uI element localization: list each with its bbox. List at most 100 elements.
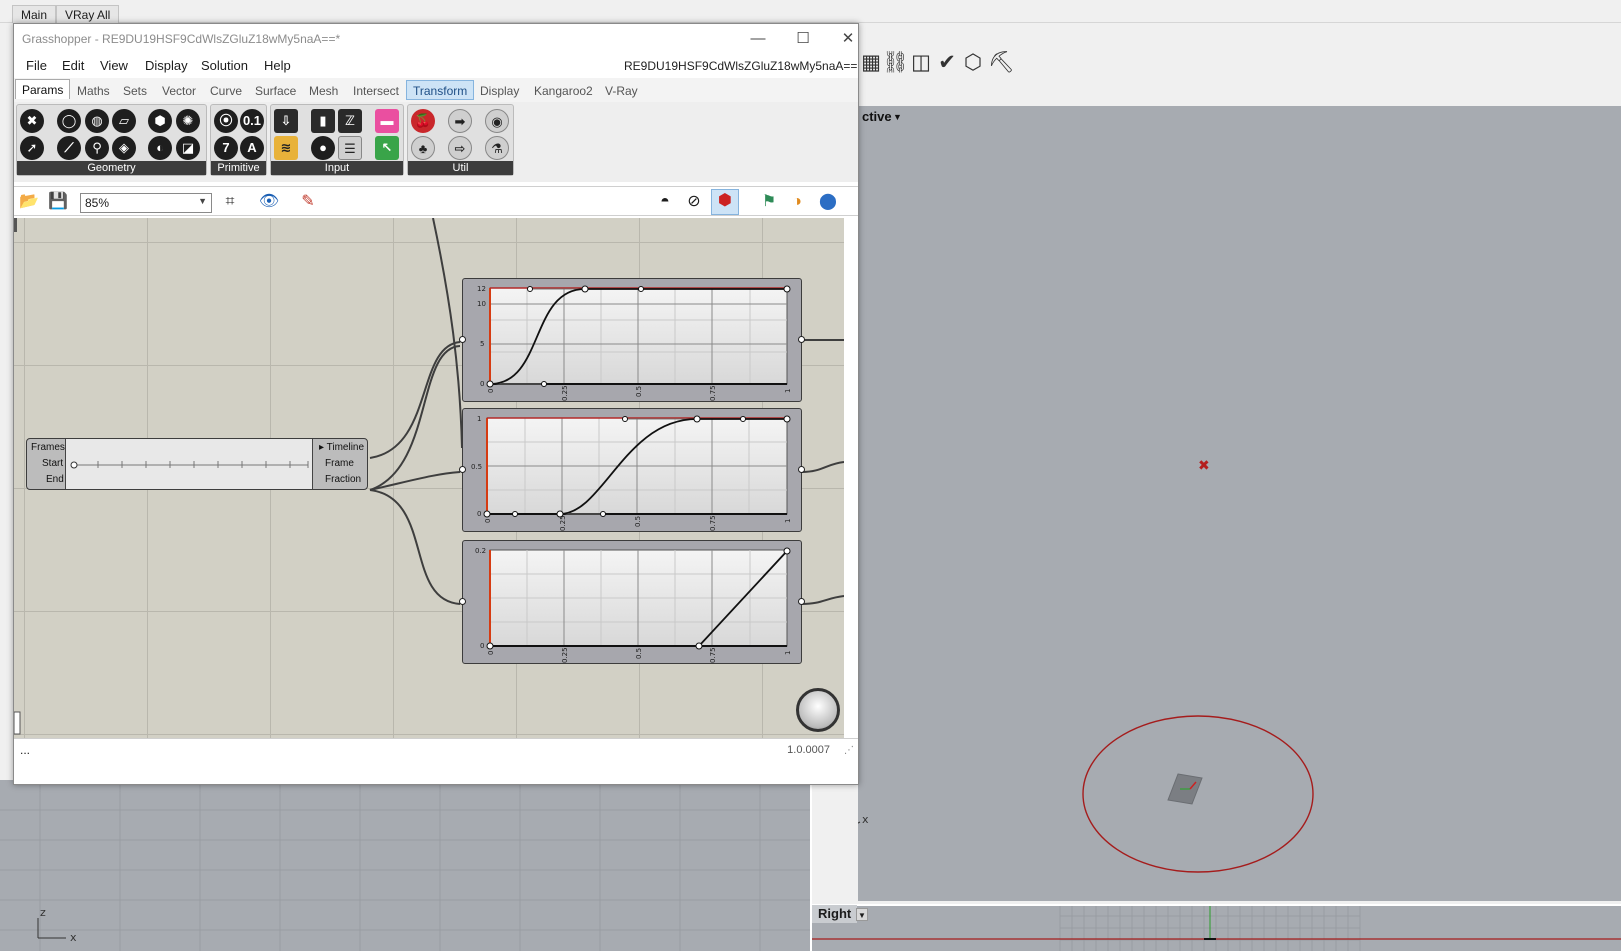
output-port-timeline[interactable]: ▸ Timeline xyxy=(319,442,364,453)
close-button[interactable]: ✕ xyxy=(831,28,865,50)
preview-wire-icon[interactable]: ⊘ xyxy=(683,191,705,213)
menu-view[interactable]: View xyxy=(100,58,128,73)
util-relay-icon[interactable]: ⇨ xyxy=(448,136,472,160)
viewport-dropdown-icon[interactable]: ▼ xyxy=(893,110,903,124)
util-cherry-icon[interactable]: 🍒 xyxy=(411,109,435,133)
save-icon[interactable]: 💾 xyxy=(47,191,69,213)
util-cluster-icon[interactable]: ◉ xyxy=(485,109,509,133)
preview-off-icon[interactable]: ◓ xyxy=(654,191,676,213)
perspective-viewport-label[interactable]: ctive xyxy=(858,108,896,126)
origin-marker-icon: ✖ xyxy=(1198,458,1210,474)
tab-transform[interactable]: Transform xyxy=(406,80,475,100)
output-port-fraction[interactable]: Fraction xyxy=(325,474,361,485)
timeline-slider[interactable] xyxy=(65,439,313,489)
preview-shaded-icon[interactable]: ⬢ xyxy=(711,189,739,215)
mesh-quality-icon[interactable]: ⬤ xyxy=(817,191,839,213)
tab-display[interactable]: Display xyxy=(474,81,525,101)
menu-edit[interactable]: Edit xyxy=(62,58,84,73)
grid-icon[interactable]: ▦ xyxy=(858,50,884,76)
input-port-start[interactable]: Start xyxy=(42,458,63,469)
tab-sets[interactable]: Sets xyxy=(117,81,153,101)
zoom-select[interactable]: 85% ▼ xyxy=(80,193,212,213)
param-box-icon[interactable]: ⬢ xyxy=(148,109,172,133)
param-field-icon[interactable]: ⚲ xyxy=(85,136,109,160)
output-port-frame[interactable]: Frame xyxy=(325,458,354,469)
graph-output-port[interactable] xyxy=(798,466,805,473)
param-geometry-icon[interactable]: ◪ xyxy=(176,136,200,160)
paint-icon[interactable]: ⛏ xyxy=(988,50,1015,76)
graph-mapper-bezier[interactable]: 12 10 5 0 0 0.25 0.5 0.75 1 xyxy=(459,278,805,402)
zoom-extents-icon[interactable]: ⌗ xyxy=(219,191,241,213)
menu-solution[interactable]: Solution xyxy=(201,58,248,73)
minimize-button[interactable]: — xyxy=(741,28,775,50)
param-mesh-icon[interactable]: ✺ xyxy=(176,109,200,133)
tab-kangaroo2[interactable]: Kangaroo2 xyxy=(528,81,599,101)
input-gradient-icon[interactable]: ▬ xyxy=(375,109,399,133)
param-curve-icon[interactable]: ◍ xyxy=(85,109,109,133)
check-icon[interactable]: ✔ xyxy=(934,50,960,76)
document-color-icon[interactable]: ◑ xyxy=(786,191,808,213)
input-slider-icon[interactable]: ≋ xyxy=(274,136,298,160)
right-viewport[interactable] xyxy=(812,904,1621,951)
viewport-dropdown-icon[interactable]: ▼ xyxy=(856,908,868,921)
param-point-icon[interactable]: ✖ xyxy=(20,109,44,133)
graph-input-port[interactable] xyxy=(459,466,466,473)
param-number-icon[interactable]: 0.1 xyxy=(240,109,264,133)
box-icon[interactable]: ⬡ xyxy=(960,50,986,76)
util-arrow-icon[interactable]: ➡ xyxy=(448,109,472,133)
tab-curve[interactable]: Curve xyxy=(204,81,248,101)
graph-input-port[interactable] xyxy=(459,336,466,343)
preview-eye-icon[interactable]: 👁 xyxy=(258,191,280,213)
resize-grip-icon[interactable]: ⋰ xyxy=(844,745,854,756)
graph-mapper-linear[interactable]: 0.2 0 0 0.25 0.5 0.75 1 xyxy=(459,540,805,664)
util-flask-icon[interactable]: ⚗ xyxy=(485,136,509,160)
top-viewport[interactable]: zx xyxy=(0,780,810,951)
preview-selected-icon[interactable]: ⚑ xyxy=(758,191,780,213)
maximize-button[interactable]: ☐ xyxy=(786,28,820,50)
input-list-icon[interactable]: ☰ xyxy=(338,136,362,160)
param-integer-icon[interactable]: 7 xyxy=(214,136,238,160)
grasshopper-canvas[interactable]: Frames Start End ▸ Timeline Frame Fracti… xyxy=(14,218,844,738)
param-circle-icon[interactable]: ◯ xyxy=(57,109,81,133)
param-surface-icon[interactable]: ◈ xyxy=(112,136,136,160)
timeline-component[interactable]: Frames Start End ▸ Timeline Frame Fracti… xyxy=(26,438,368,490)
param-rectangle-icon[interactable]: ▱ xyxy=(112,109,136,133)
perspective-viewport[interactable]: ✖ z x y xyxy=(858,106,1621,901)
menu-display[interactable]: Display xyxy=(145,58,188,73)
graph-mapper-sine[interactable]: 1 0.5 0 0 0.25 0.5 0.75 1 xyxy=(459,408,805,532)
param-vector-icon[interactable]: ➚ xyxy=(20,136,44,160)
tab-surface[interactable]: Surface xyxy=(249,81,302,101)
util-tree-icon[interactable]: ♣ xyxy=(411,136,435,160)
param-line-icon[interactable]: ⟋ xyxy=(57,136,81,160)
graph-input-port[interactable] xyxy=(459,598,466,605)
input-graph-mapper-icon[interactable]: ↖ xyxy=(375,136,399,160)
input-toggle-icon[interactable]: ▮ xyxy=(311,109,335,133)
input-graph-icon[interactable]: ℤ xyxy=(338,109,362,133)
tab-maths[interactable]: Maths xyxy=(71,81,116,101)
tab-vray[interactable]: V-Ray xyxy=(599,81,644,101)
param-boolean-icon[interactable]: ⦿ xyxy=(214,109,238,133)
fence-icon[interactable]: ◫ xyxy=(908,50,934,76)
rhino-tab-main[interactable]: Main xyxy=(12,5,57,23)
input-port-end[interactable]: End xyxy=(46,474,64,485)
param-text-icon[interactable]: A xyxy=(240,136,264,160)
canvas-navigation-widget[interactable] xyxy=(796,688,840,732)
param-brep-icon[interactable]: ◐ xyxy=(148,136,172,160)
menu-file[interactable]: File xyxy=(26,58,47,73)
menu-help[interactable]: Help xyxy=(264,58,291,73)
graph-output-port[interactable] xyxy=(798,598,805,605)
chart-icon[interactable]: ⛓ xyxy=(882,50,909,76)
tab-mesh[interactable]: Mesh xyxy=(303,81,344,101)
tab-vector[interactable]: Vector xyxy=(156,81,202,101)
title-bar[interactable]: Grasshopper - RE9DU19HSF9CdWlsZGluZ18wMy… xyxy=(14,24,858,54)
sketch-pen-icon[interactable]: ✎ xyxy=(297,191,319,213)
input-button-icon[interactable]: ● xyxy=(311,136,335,160)
rhino-tab-vray-all[interactable]: VRay All xyxy=(56,5,120,23)
tab-intersect[interactable]: Intersect xyxy=(347,81,405,101)
input-port-frames[interactable]: Frames xyxy=(31,442,65,453)
graph-output-port[interactable] xyxy=(798,336,805,343)
input-panel-icon[interactable]: ⇩ xyxy=(274,109,298,133)
tab-params[interactable]: Params xyxy=(15,79,71,99)
open-file-icon[interactable]: 📂 xyxy=(18,191,40,213)
right-viewport-label[interactable]: Right xyxy=(812,905,858,923)
